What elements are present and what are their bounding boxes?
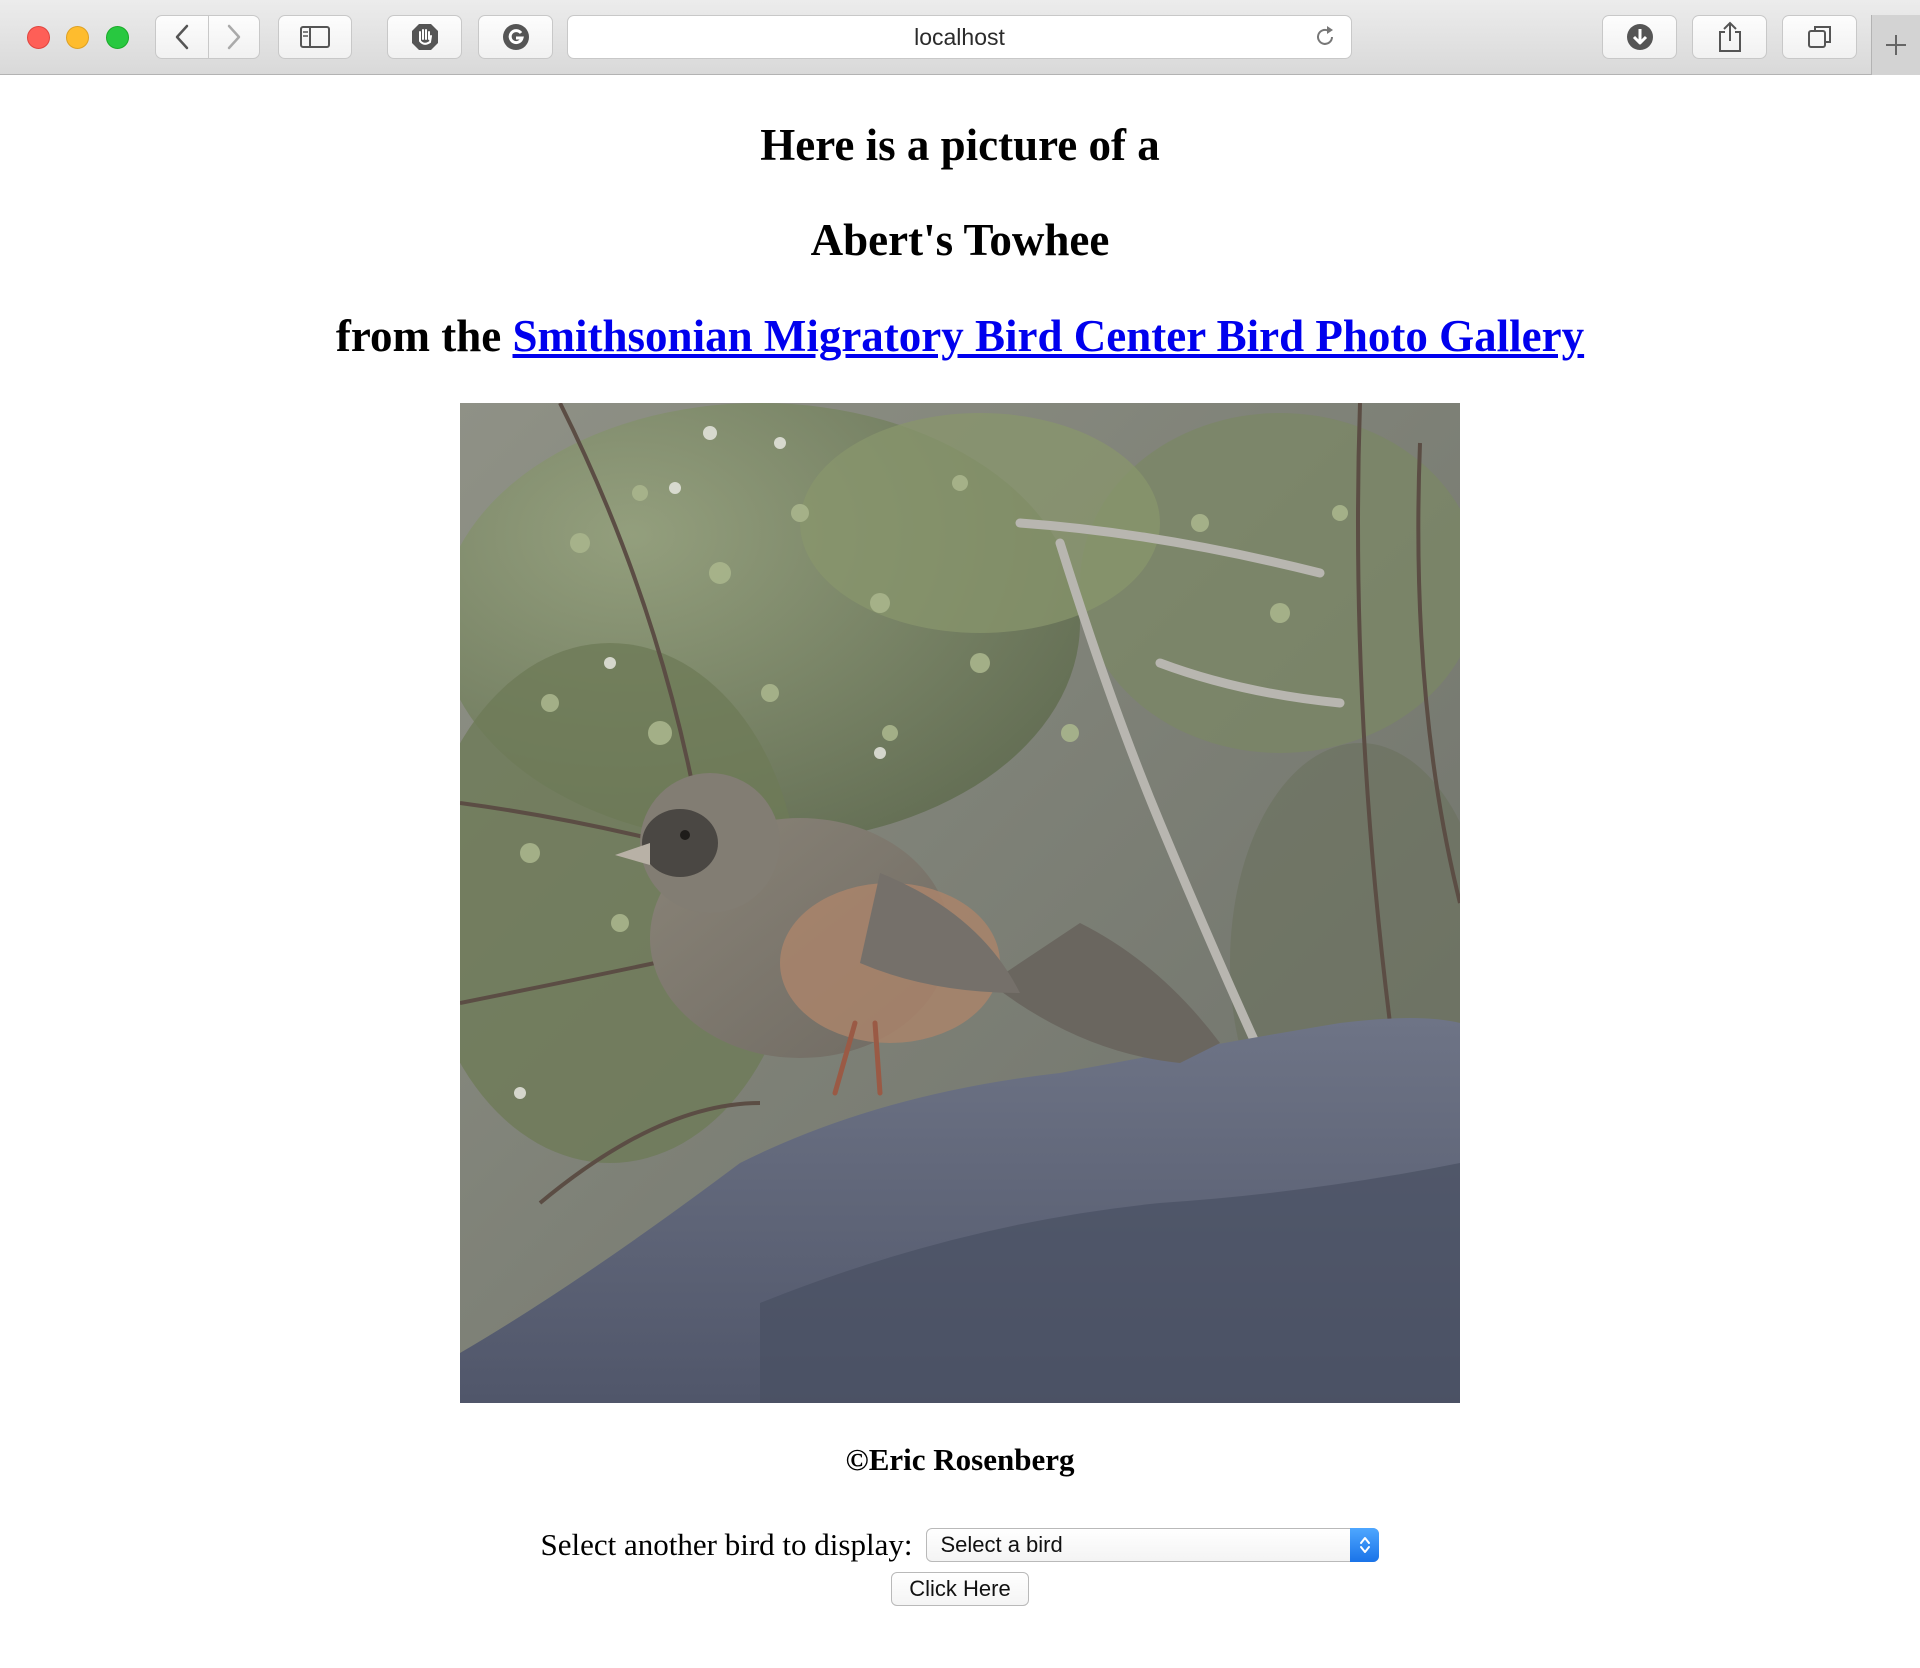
- url-text: localhost: [914, 23, 1005, 50]
- address-bar[interactable]: localhost: [567, 15, 1352, 59]
- bird-photo-illustration: [460, 403, 1460, 1403]
- gallery-link[interactable]: Smithsonian Migratory Bird Center Bird P…: [513, 311, 1585, 361]
- sidebar-icon: [300, 26, 330, 48]
- grammarly-extension-button[interactable]: [478, 15, 553, 59]
- chevron-left-icon: [175, 24, 189, 50]
- plus-icon: [1886, 35, 1906, 55]
- sidebar-button[interactable]: [278, 15, 352, 59]
- back-button[interactable]: [155, 15, 209, 59]
- show-tabs-button[interactable]: [1782, 15, 1857, 59]
- downloads-button[interactable]: [1602, 15, 1677, 59]
- bird-photo: [460, 403, 1460, 1403]
- page-heading: Here is a picture of a: [760, 120, 1160, 170]
- click-here-button[interactable]: Click Here: [891, 1572, 1029, 1606]
- select-value: Select a bird: [940, 1532, 1063, 1557]
- source-heading: from the Smithsonian Migratory Bird Cent…: [0, 310, 1920, 362]
- forward-button[interactable]: [208, 15, 260, 59]
- select-label: Select another bird to display:: [540, 1527, 913, 1562]
- share-icon: [1718, 21, 1741, 52]
- bird-select-dropdown[interactable]: Select a bird: [926, 1528, 1380, 1562]
- photo-credit: ©Eric Rosenberg: [845, 1442, 1075, 1477]
- download-icon: [1626, 24, 1653, 50]
- chevron-right-icon: [227, 24, 241, 50]
- minimize-window-button[interactable]: [66, 26, 89, 49]
- reload-icon: [1317, 26, 1333, 45]
- source-prefix: from the: [335, 311, 502, 361]
- bird-name-heading: Abert's Towhee: [810, 215, 1110, 265]
- zoom-window-button[interactable]: [106, 26, 129, 49]
- tabs-overview-icon: [1807, 26, 1831, 48]
- reload-button[interactable]: [1313, 25, 1337, 55]
- adblock-extension-button[interactable]: [387, 15, 462, 59]
- browser-toolbar: localhost: [0, 0, 1920, 75]
- stop-hand-icon: [411, 24, 438, 50]
- grammarly-icon: [502, 24, 529, 50]
- new-tab-button[interactable]: [1871, 15, 1920, 75]
- select-arrows-icon: [1350, 1528, 1380, 1562]
- bird-select-form: Select another bird to display: Select a…: [0, 1527, 1920, 1563]
- share-button[interactable]: [1692, 15, 1767, 59]
- close-window-button[interactable]: [27, 26, 50, 49]
